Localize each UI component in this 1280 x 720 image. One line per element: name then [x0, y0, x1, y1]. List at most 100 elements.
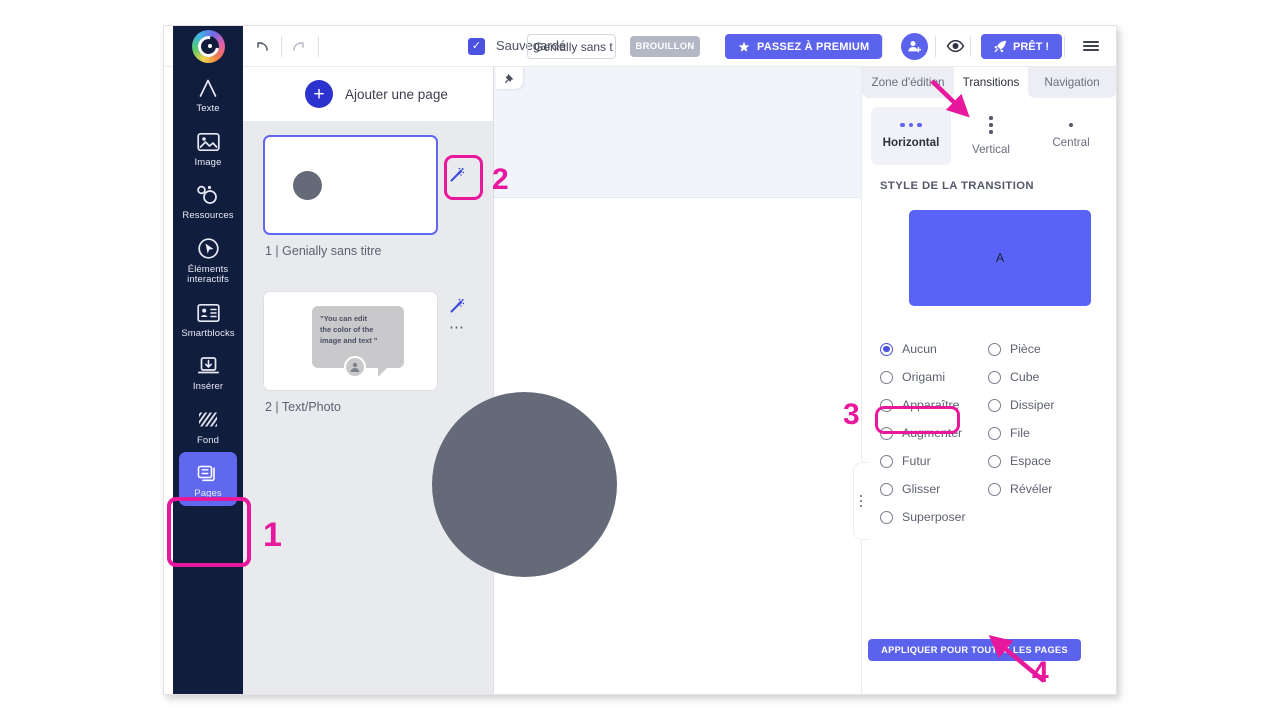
draft-status-badge: BROUILLON [630, 36, 700, 57]
canvas-top-band [494, 67, 861, 198]
eye-icon[interactable] [944, 35, 966, 57]
sidebar-item-fond[interactable]: Fond [173, 399, 243, 453]
sidebar-label: Fond [196, 434, 220, 446]
radio-icon [880, 482, 893, 496]
radio-row: Superposer [880, 503, 1106, 531]
add-page-button[interactable]: + Ajouter une page [243, 67, 493, 121]
panel-tabs: Zone d'édition Transitions Navigation [862, 67, 1116, 98]
page-list-item-2[interactable]: ”You can edit the color of the image and… [243, 291, 493, 421]
annotation-number-4: 4 [1032, 656, 1049, 689]
transition-option-file[interactable]: File [988, 419, 1030, 447]
pin-icon[interactable] [496, 67, 523, 89]
genially-editor-window: ✓ Sauvegardé Genially sans t BROUILLON P… [163, 25, 1117, 695]
undo-arrow-icon[interactable] [250, 35, 272, 57]
canvas-area[interactable] [432, 67, 861, 694]
sidebar-item-smartblocks[interactable]: Smartblocks [173, 292, 243, 346]
ready-publish-button[interactable]: PRÊT ! [981, 34, 1063, 59]
dot-center-icon [1069, 123, 1073, 127]
add-page-label: Ajouter une page [345, 86, 448, 102]
radio-row: Origami Cube [880, 363, 1106, 391]
orientation-vertical[interactable]: Vertical [951, 107, 1031, 165]
ready-publish-label: PRÊT ! [1013, 40, 1050, 53]
image-icon [196, 130, 220, 154]
right-properties-panel: Zone d'édition Transitions Navigation Ho… [853, 67, 1116, 694]
redo-arrow-icon[interactable] [288, 35, 310, 57]
transition-option-reveler[interactable]: Révéler [988, 475, 1052, 503]
page-thumbnail-2[interactable]: ”You can edit the color of the image and… [263, 291, 438, 391]
menu-line [1083, 49, 1099, 51]
radio-icon [880, 342, 893, 356]
tab-navigation[interactable]: Navigation [1028, 67, 1116, 98]
logo-inner [197, 36, 219, 57]
sidebar-label: Smartblocks [181, 327, 235, 339]
sidebar-label: Texte [196, 103, 220, 114]
orientation-selector: Horizontal Vertical Central [871, 107, 1111, 165]
page-caption-1: 1 | Genially sans titre [265, 244, 382, 258]
radio-row: Aucun Pièce [880, 335, 1106, 363]
thumbnail-circle-shape [293, 170, 322, 200]
upgrade-premium-button[interactable]: PASSEZ À PREMIUM [725, 34, 883, 59]
annotation-box-2 [444, 155, 483, 200]
transition-option-cube[interactable]: Cube [988, 363, 1039, 391]
transition-preview[interactable]: A [909, 210, 1091, 306]
tab-transitions[interactable]: Transitions [954, 67, 1028, 98]
toolbar-divider-5 [970, 36, 971, 57]
orientation-label: Vertical [971, 142, 1011, 156]
transition-option-espace[interactable]: Espace [988, 447, 1051, 475]
orientation-label: Central [1052, 136, 1090, 149]
canvas-circle-shape[interactable] [432, 392, 617, 577]
sidebar-label: Éléments interactifs [187, 263, 229, 285]
transition-option-piece[interactable]: Pièce [988, 335, 1041, 363]
cursor-circle-icon [197, 237, 220, 261]
option-label: File [1010, 426, 1030, 440]
orientation-central[interactable]: Central [1031, 107, 1111, 165]
rocket-icon [994, 40, 1006, 53]
sidebar-item-elements-interactifs[interactable]: Éléments interactifs [173, 228, 243, 292]
hamburger-menu-icon[interactable] [1080, 35, 1102, 57]
orientation-horizontal[interactable]: Horizontal [871, 107, 951, 165]
toolbar-divider-4 [935, 36, 936, 57]
share-collaborators-button[interactable] [901, 33, 928, 60]
document-title-input[interactable]: Genially sans t [527, 34, 616, 59]
transition-option-origami[interactable]: Origami [880, 363, 988, 391]
option-label: Futur [902, 454, 931, 468]
radio-icon [880, 454, 893, 468]
option-label: Espace [1010, 454, 1052, 468]
page-thumbnail-1[interactable] [263, 135, 438, 235]
sidebar-item-ressources[interactable]: Ressources [173, 174, 243, 228]
thumbnail-speech-bubble: ”You can edit the color of the image and… [312, 306, 404, 378]
transition-option-dissiper[interactable]: Dissiper [988, 391, 1054, 419]
toolbar-divider-1 [281, 36, 282, 57]
menu-line [1083, 41, 1099, 43]
option-label: Superposer [902, 510, 966, 524]
sidebar-item-texte[interactable]: Texte [173, 67, 243, 121]
sidebar-item-image[interactable]: Image [173, 121, 243, 175]
option-label: Origami [902, 370, 946, 384]
radio-icon [880, 510, 893, 524]
radio-icon [988, 426, 1001, 440]
radio-row: Glisser Révéler [880, 475, 1106, 503]
genially-logo-icon[interactable] [173, 26, 243, 67]
dots-vertical-icon [989, 116, 993, 134]
sidebar-label: Ressources [182, 210, 234, 221]
option-label: Pièce [1010, 342, 1041, 356]
panel-drag-handle[interactable] [853, 462, 868, 540]
left-sidebar: Texte Image Ressources Éléments interacti… [173, 67, 243, 694]
transition-option-aucun[interactable]: Aucun [880, 335, 988, 363]
page-2-more-options-button[interactable]: ⋯ [446, 318, 468, 336]
apply-all-pages-button[interactable]: APPLIQUER POUR TOUTES LES PAGES [868, 639, 1081, 661]
smartblocks-icon [196, 301, 220, 325]
page-2-magic-wand-button[interactable] [446, 294, 468, 316]
plus-icon: + [305, 80, 333, 108]
transition-option-glisser[interactable]: Glisser [880, 475, 988, 503]
transition-option-futur[interactable]: Futur [880, 447, 988, 475]
radio-row: Futur Espace [880, 447, 1106, 475]
shapes-icon [196, 183, 220, 207]
transition-option-superposer[interactable]: Superposer [880, 503, 988, 531]
tab-zone-edition[interactable]: Zone d'édition [862, 67, 954, 98]
logo-ring [191, 30, 225, 63]
annotation-box-1 [167, 497, 251, 567]
sidebar-item-inserer[interactable]: Insérer [173, 345, 243, 399]
radio-icon [988, 342, 1001, 356]
orientation-label: Horizontal [882, 136, 940, 150]
